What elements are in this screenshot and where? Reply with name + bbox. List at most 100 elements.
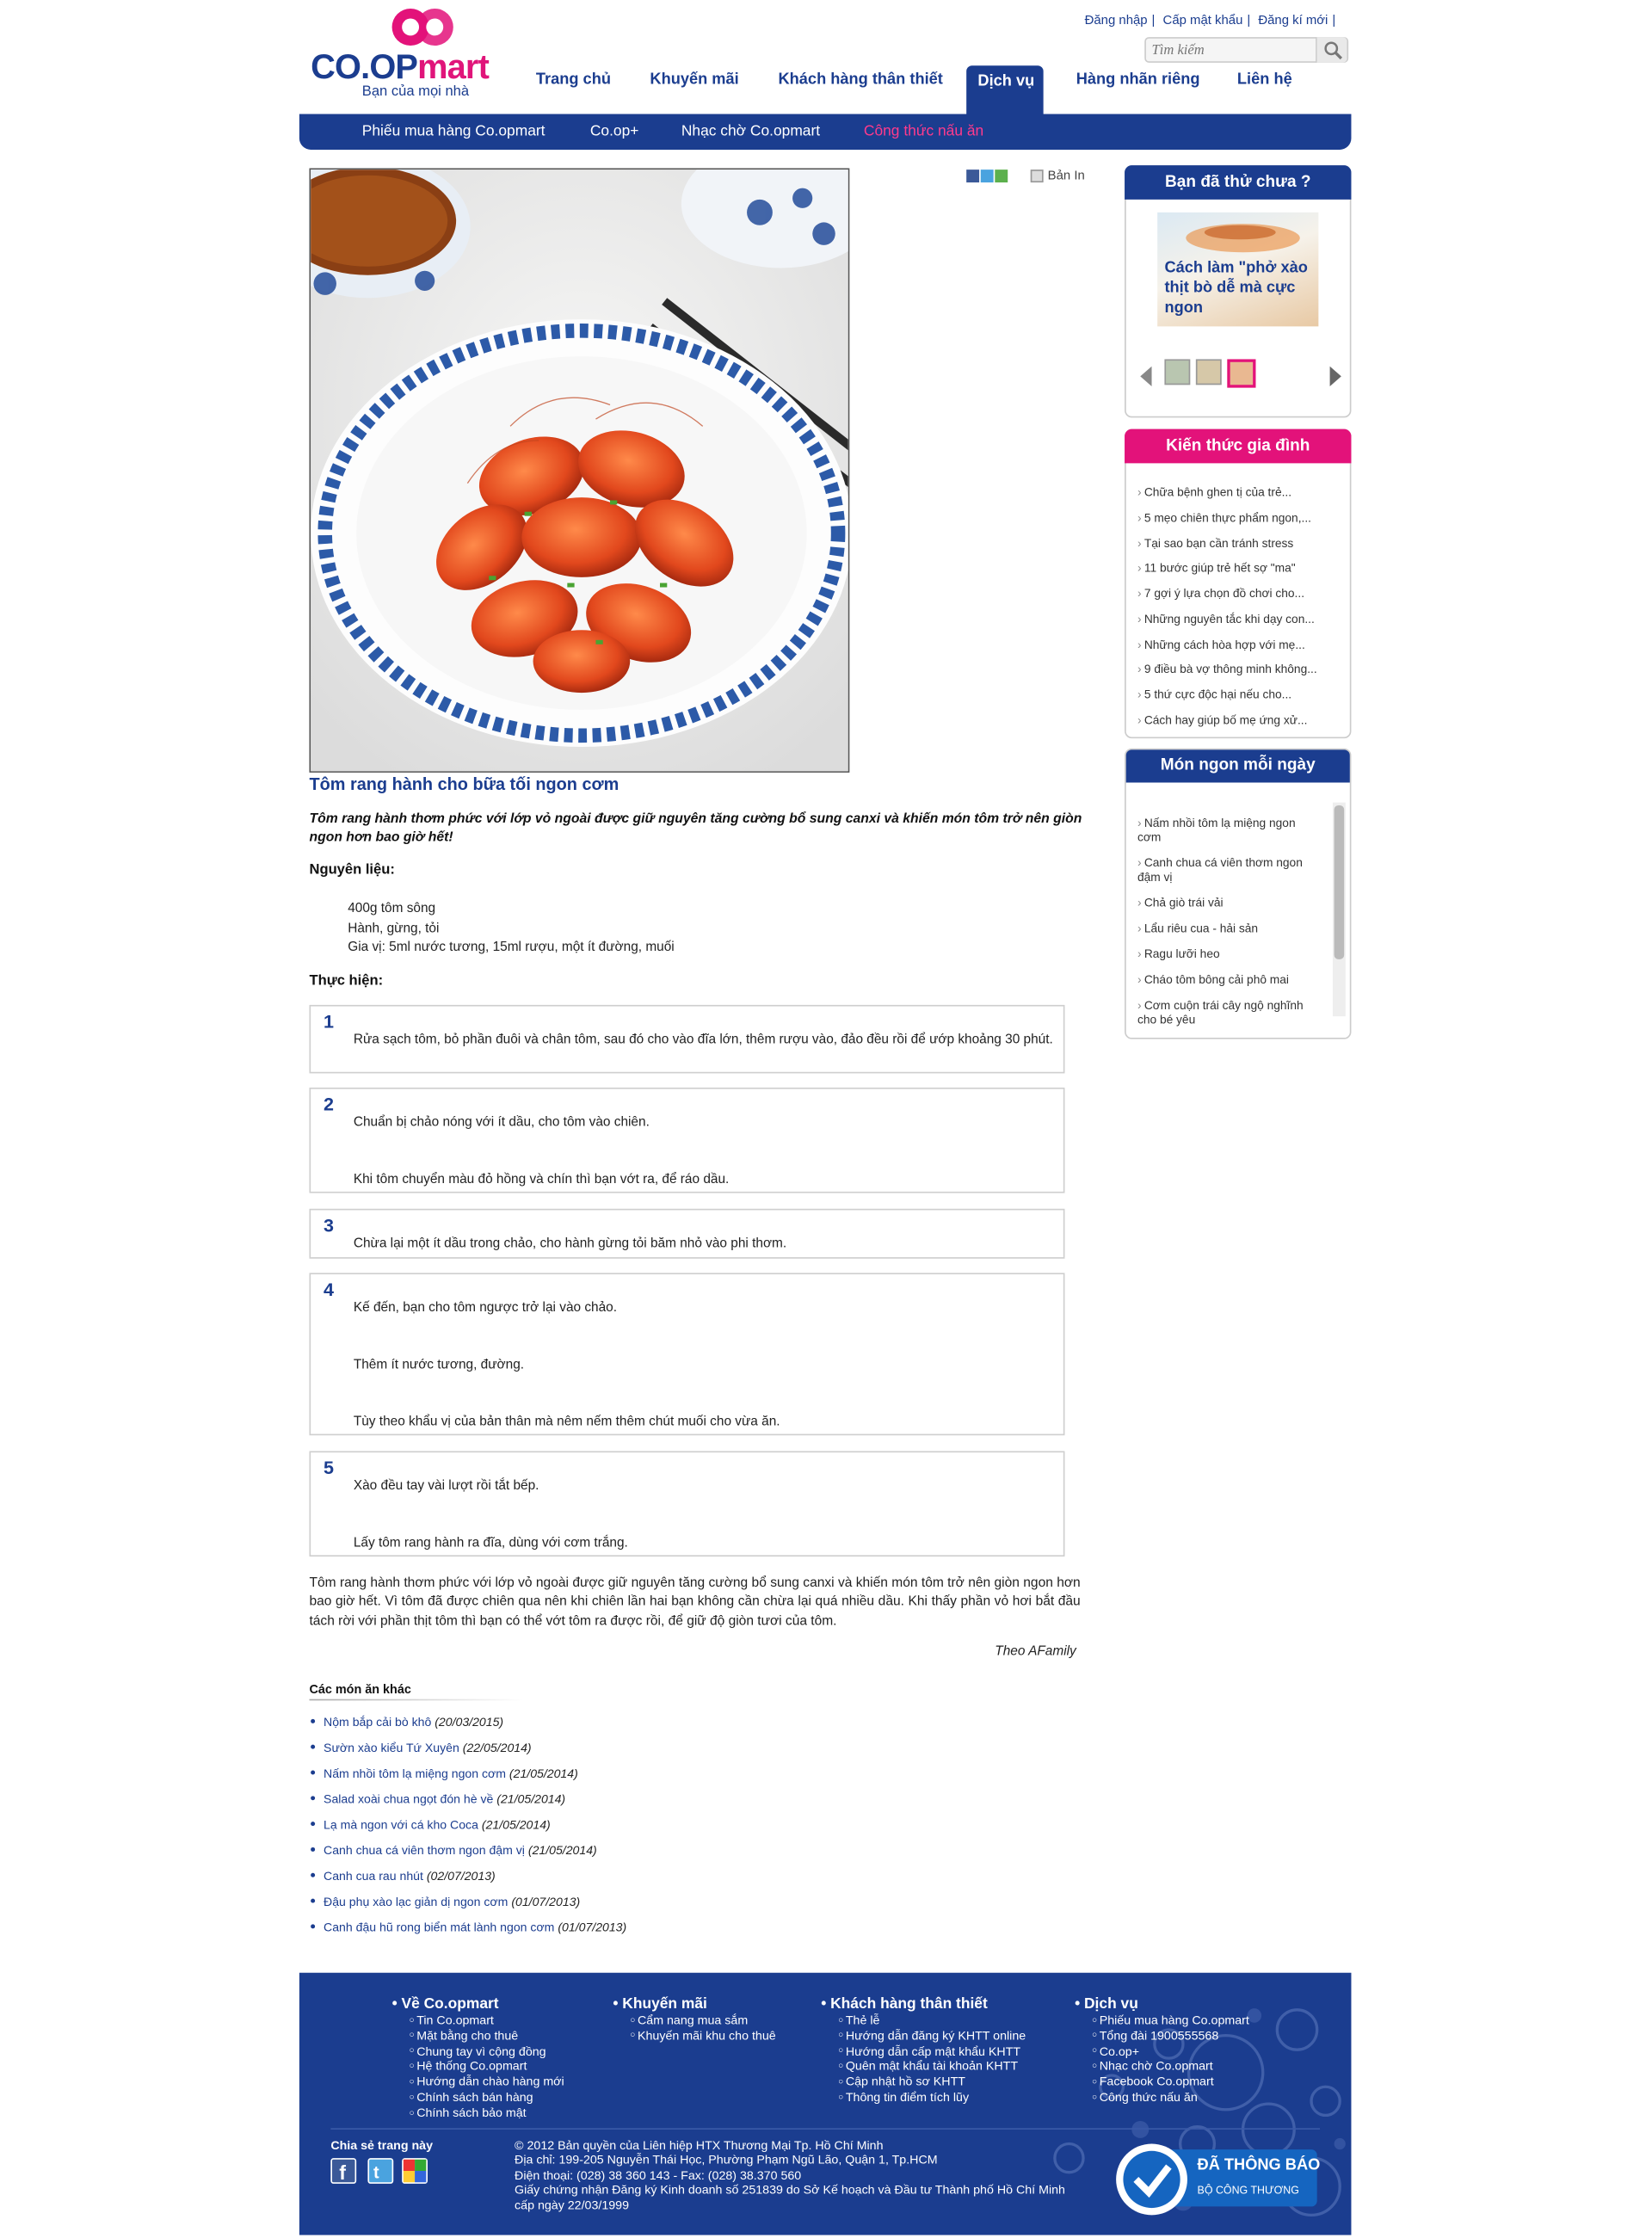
- dish-link[interactable]: Lạ mà ngon với cá kho Coca: [324, 1817, 478, 1832]
- subnav-voucher[interactable]: Phiếu mua hàng Co.opmart: [362, 122, 546, 139]
- carousel-thumb[interactable]: [1164, 359, 1191, 385]
- featured-dish-caption[interactable]: Cách làm "phở xào thịt bò dễ mà cực ngon: [1164, 258, 1318, 318]
- daily-heading: Món ngon mỗi ngày: [1125, 749, 1350, 783]
- nav-services[interactable]: Dịch vụ: [966, 65, 1044, 114]
- footer-link[interactable]: Tổng đài 1900555568: [1075, 2028, 1249, 2044]
- knowledge-link[interactable]: Những nguyên tắc khi dạy con...: [1137, 612, 1315, 626]
- try-box: Bạn đã thử chưa ? Cách làm "phở xào thịt…: [1125, 165, 1352, 418]
- article-title: Tôm rang hành cho bữa tối ngon cơm: [309, 774, 620, 794]
- divider: [309, 1699, 523, 1701]
- daily-link[interactable]: Chả giò trái vải: [1137, 895, 1224, 909]
- knowledge-link[interactable]: 5 thứ cực độc hại nếu cho...: [1137, 687, 1291, 701]
- daily-scrollbar[interactable]: [1332, 802, 1346, 1017]
- subnav-ringtone[interactable]: Nhạc chờ Co.opmart: [681, 122, 820, 139]
- knowledge-box: Kiến thức gia đình Chữa bệnh ghen tị của…: [1125, 428, 1352, 739]
- knowledge-link[interactable]: Chữa bệnh ghen tị của trẻ...: [1137, 484, 1291, 499]
- facebook-icon[interactable]: f: [330, 2158, 357, 2184]
- nav-contact[interactable]: Liên hệ: [1237, 71, 1292, 89]
- search-icon: [1324, 41, 1343, 60]
- footer-link[interactable]: Khuyến mãi khu cho thuê: [613, 2028, 776, 2044]
- site-logo[interactable]: CO.OPmart Bạn của mọi nhà: [311, 6, 490, 103]
- footer-col-loyalty: Khách hàng thân thiết Thẻ lễ Hướng dẫn đ…: [821, 1995, 1026, 2105]
- footer-link[interactable]: Nhạc chờ Co.opmart: [1075, 2059, 1249, 2075]
- footer-link[interactable]: Cập nhật hồ sơ KHTT: [821, 2075, 1026, 2090]
- prev-arrow-icon[interactable]: [1139, 365, 1156, 388]
- twitter-icon[interactable]: t: [367, 2158, 394, 2184]
- footer-link[interactable]: Co.op+: [1075, 2044, 1249, 2059]
- dish-link[interactable]: Salad xoài chua ngọt đón hè về: [324, 1791, 493, 1806]
- print-link[interactable]: Bản In: [1048, 168, 1085, 182]
- nav-loyal-customers[interactable]: Khách hàng thân thiết: [779, 71, 943, 89]
- nav-private-label[interactable]: Hàng nhãn riêng: [1076, 71, 1200, 89]
- daily-link[interactable]: Nấm nhồi tôm lạ miệng ngoncơm: [1137, 816, 1296, 844]
- carousel-thumb[interactable]: [1195, 359, 1222, 385]
- step-card: 4 Kế đến, bạn cho tôm ngược trở lại vào …: [309, 1273, 1065, 1436]
- daily-link[interactable]: Ragu lưỡi heo: [1137, 946, 1220, 961]
- footer-link[interactable]: Thẻ lễ: [821, 2013, 1026, 2028]
- step-number: 3: [324, 1214, 335, 1236]
- footer-link[interactable]: Facebook Co.opmart: [1075, 2075, 1249, 2090]
- footer-link[interactable]: Hệ thống Co.opmart: [392, 2059, 564, 2075]
- list-item: Lạ mà ngon với cá kho Coca (21/05/2014): [309, 1817, 551, 1832]
- step-text: Kế đến, bạn cho tôm ngược trở lại vào ch…: [353, 1299, 618, 1315]
- subnav-recipes[interactable]: Công thức nấu ăn: [864, 122, 983, 139]
- footer-link[interactable]: Hướng dẫn chào hàng mới: [392, 2075, 564, 2090]
- daily-link[interactable]: Canh chua cá viên thơm ngonđậm vị: [1137, 855, 1303, 884]
- article-lead: Tôm rang hành thơm phức với lớp vỏ ngoài…: [309, 811, 1082, 846]
- google-icon[interactable]: [402, 2158, 428, 2184]
- footer-link[interactable]: Tin Co.opmart: [392, 2013, 564, 2028]
- daily-link[interactable]: Cơm cuộn trái cây ngộ nghĩnhcho bé yêu: [1137, 998, 1304, 1027]
- register-link[interactable]: Đăng kí mới: [1258, 13, 1328, 28]
- footer-link[interactable]: Hướng dẫn cấp mật khẩu KHTT: [821, 2044, 1026, 2059]
- knowledge-link[interactable]: 7 gợi ý lựa chọn đồ chơi cho...: [1137, 586, 1304, 601]
- twitter-icon[interactable]: [980, 170, 994, 183]
- knowledge-link[interactable]: Những cách hòa hợp với mẹ...: [1137, 638, 1305, 652]
- scrollbar-thumb[interactable]: [1334, 805, 1345, 959]
- search-input[interactable]: [1151, 41, 1312, 60]
- daily-link[interactable]: Lẩu riêu cua - hải sản: [1137, 921, 1258, 935]
- footer-link[interactable]: Chính sách bán hàng: [392, 2090, 564, 2105]
- footer-link[interactable]: Hướng dẫn đăng ký KHTT online: [821, 2028, 1026, 2044]
- footer-link[interactable]: Công thức nấu ăn: [1075, 2090, 1249, 2105]
- facebook-icon[interactable]: [966, 170, 980, 183]
- list-item: Salad xoài chua ngọt đón hè về (21/05/20…: [309, 1791, 565, 1806]
- footer-link[interactable]: Thông tin điểm tích lũy: [821, 2090, 1026, 2105]
- knowledge-link[interactable]: Cách hay giúp bố mẹ ứng xử...: [1137, 712, 1308, 727]
- footer-link[interactable]: Chính sách bảo mật: [392, 2105, 564, 2121]
- footer-link[interactable]: Quên mật khẩu tài khoản KHTT: [821, 2059, 1026, 2075]
- dish-link[interactable]: Nộm bắp cải bò khô: [324, 1715, 431, 1729]
- step-text: Xào đều tay vài lượt rồi tắt bếp.: [353, 1477, 539, 1493]
- nav-home[interactable]: Trang chủ: [536, 71, 611, 89]
- footer-link[interactable]: Chung tay vì cộng đồng: [392, 2044, 564, 2059]
- dish-link[interactable]: Nấm nhồi tôm lạ miệng ngon cơm: [324, 1766, 506, 1781]
- dish-link[interactable]: Canh đậu hũ rong biển mát lành ngon cơm: [324, 1920, 554, 1934]
- footer-link[interactable]: Phiếu mua hàng Co.opmart: [1075, 2013, 1249, 2028]
- google-icon[interactable]: [995, 170, 1008, 183]
- article-summary: Tôm rang hành thơm phức với lớp vỏ ngoài…: [309, 1573, 1081, 1628]
- phone-line: Điện thoại: (028) 38 360 143 - Fax: (028…: [515, 2167, 802, 2182]
- footer-heading: Khách hàng thân thiết: [821, 1995, 1026, 2013]
- nav-promotions[interactable]: Khuyến mãi: [650, 71, 738, 89]
- footer-link[interactable]: Cẩm nang mua sắm: [613, 2013, 775, 2028]
- knowledge-link[interactable]: 11 bước giúp trẻ hết sợ "ma": [1137, 560, 1296, 575]
- get-password-link[interactable]: Cấp mật khẩu: [1163, 13, 1243, 28]
- verified-check-icon: [1116, 2143, 1317, 2216]
- dish-link[interactable]: Canh chua cá viên thơm ngon đậm vị: [324, 1843, 525, 1858]
- dish-link[interactable]: Đậu phụ xào lạc giản dị ngon cơm: [324, 1895, 508, 1909]
- footer-link[interactable]: Mặt bằng cho thuê: [392, 2028, 564, 2044]
- knowledge-link[interactable]: 5 mẹo chiên thực phẩm ngon,...: [1137, 510, 1311, 525]
- knowledge-link[interactable]: 9 điều bà vợ thông minh không...: [1137, 662, 1317, 676]
- next-arrow-icon[interactable]: [1326, 365, 1343, 388]
- knowledge-link[interactable]: Tại sao bạn cần tránh stress: [1137, 536, 1293, 551]
- search-button[interactable]: [1316, 37, 1347, 63]
- daily-link[interactable]: Cháo tôm bông cải phô mai: [1137, 972, 1289, 987]
- subnav-coop-plus[interactable]: Co.op+: [590, 122, 639, 139]
- step-text: Rửa sạch tôm, bỏ phần đuôi và chân tôm, …: [353, 1032, 1053, 1046]
- dish-link[interactable]: Sườn xào kiểu Tứ Xuyên: [324, 1741, 459, 1755]
- dish-link[interactable]: Canh cua rau nhút: [324, 1869, 423, 1883]
- carousel-thumb-active[interactable]: [1227, 359, 1256, 388]
- ministry-registration-badge[interactable]: ĐÃ THÔNG BÁO BỘ CÔNG THƯƠNG: [1114, 2141, 1320, 2217]
- login-link[interactable]: Đăng nhập: [1085, 13, 1148, 28]
- print-icon[interactable]: [1029, 170, 1043, 183]
- logo-mark-icon: [391, 8, 453, 46]
